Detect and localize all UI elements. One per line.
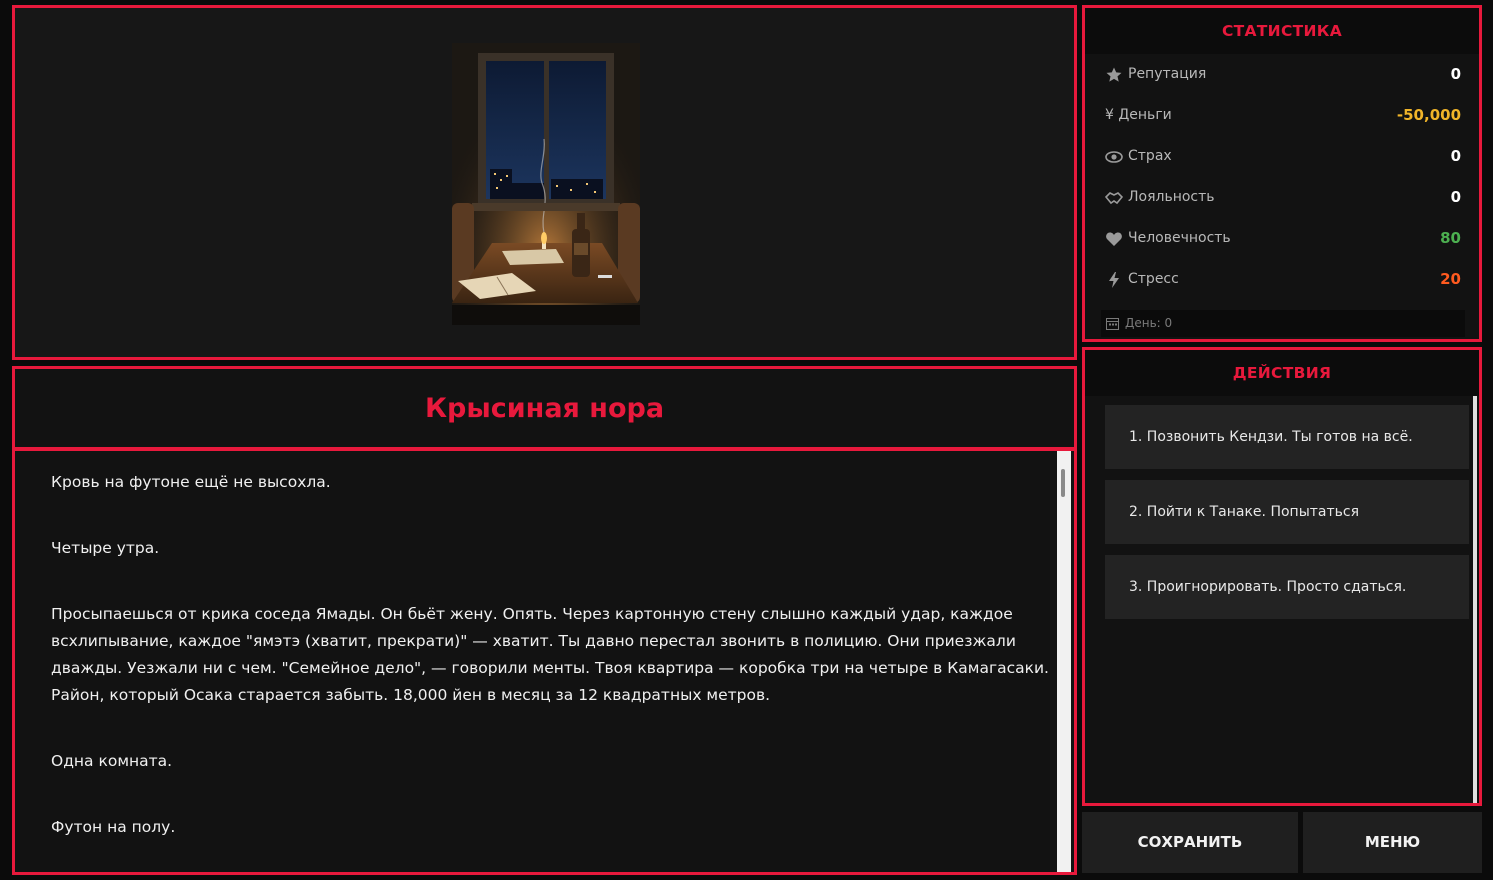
handshake-icon xyxy=(1105,192,1123,205)
stat-money: ¥ Деньги -50,000 xyxy=(1105,104,1461,128)
calendar-icon xyxy=(1106,318,1119,330)
story-paragraph: Кровь на футоне ещё не высохла. xyxy=(51,473,331,491)
story-paragraph: Футон на полу. xyxy=(51,818,176,836)
day-counter: День: 0 xyxy=(1101,310,1465,337)
stat-fear: Страх 0 xyxy=(1105,145,1461,169)
stat-value: 0 xyxy=(1450,65,1461,83)
heart-icon xyxy=(1106,232,1122,246)
stats-panel: СТАТИСТИКА Репутация 0 ¥ Деньги -50,000 … xyxy=(1082,5,1482,342)
story-scrollbar[interactable] xyxy=(1057,451,1071,872)
stat-label: Страх xyxy=(1128,148,1172,164)
menu-button[interactable]: МЕНЮ xyxy=(1303,812,1482,873)
stat-loyalty: Лояльность 0 xyxy=(1105,186,1461,210)
location-title: Крысиная нора xyxy=(424,393,665,424)
actions-panel: ДЕЙСТВИЯ 1. Позвонить Кендзи. Ты готов н… xyxy=(1082,347,1482,806)
day-label: День: 0 xyxy=(1125,316,1173,330)
stats-header: СТАТИСТИКА xyxy=(1085,8,1479,54)
stat-value: -50,000 xyxy=(1396,106,1461,124)
scene-image-panel xyxy=(12,5,1077,360)
save-button[interactable]: СОХРАНИТЬ xyxy=(1082,812,1298,873)
stat-label: Репутация xyxy=(1128,66,1207,82)
stat-stress: Стресс 20 xyxy=(1105,268,1461,292)
stat-label: Стресс xyxy=(1128,271,1179,287)
stat-value: 0 xyxy=(1450,188,1461,206)
story-paragraph: Просыпаешься от крика соседа Ямады. Он б… xyxy=(51,605,1049,704)
stat-reputation: Репутация 0 xyxy=(1105,63,1461,87)
location-header: Крысиная нора xyxy=(12,366,1077,450)
actions-scrollbar[interactable] xyxy=(1473,396,1477,803)
story-text: Кровь на футоне ещё не высохла. Четыре у… xyxy=(51,469,1051,880)
stat-value: 0 xyxy=(1450,147,1461,165)
stat-label: ¥ Деньги xyxy=(1105,107,1172,123)
stat-humanity: Человечность 80 xyxy=(1105,227,1461,251)
stat-value: 80 xyxy=(1440,229,1461,247)
story-scrollbar-thumb[interactable] xyxy=(1061,469,1065,497)
star-icon xyxy=(1106,67,1122,82)
scene-illustration xyxy=(452,43,640,325)
action-choice-2[interactable]: 2. Пойти к Танаке. Попытаться договорить… xyxy=(1105,480,1469,584)
story-paragraph: Одна комната. xyxy=(51,752,173,770)
stat-label: Лояльность xyxy=(1128,189,1215,205)
story-text-panel: Кровь на футоне ещё не высохла. Четыре у… xyxy=(12,448,1077,875)
lightning-icon xyxy=(1109,272,1119,288)
actions-header: ДЕЙСТВИЯ xyxy=(1085,350,1479,396)
action-choice-3[interactable]: 3. Проигнорировать. Просто сдаться. xyxy=(1105,555,1469,619)
story-paragraph: Четыре утра. xyxy=(51,539,160,557)
stat-value: 20 xyxy=(1440,270,1461,288)
action-choice-1[interactable]: 1. Позвонить Кендзи. Ты готов на всё. xyxy=(1105,405,1469,469)
eye-icon xyxy=(1105,151,1123,163)
stat-label: Человечность xyxy=(1128,230,1231,246)
